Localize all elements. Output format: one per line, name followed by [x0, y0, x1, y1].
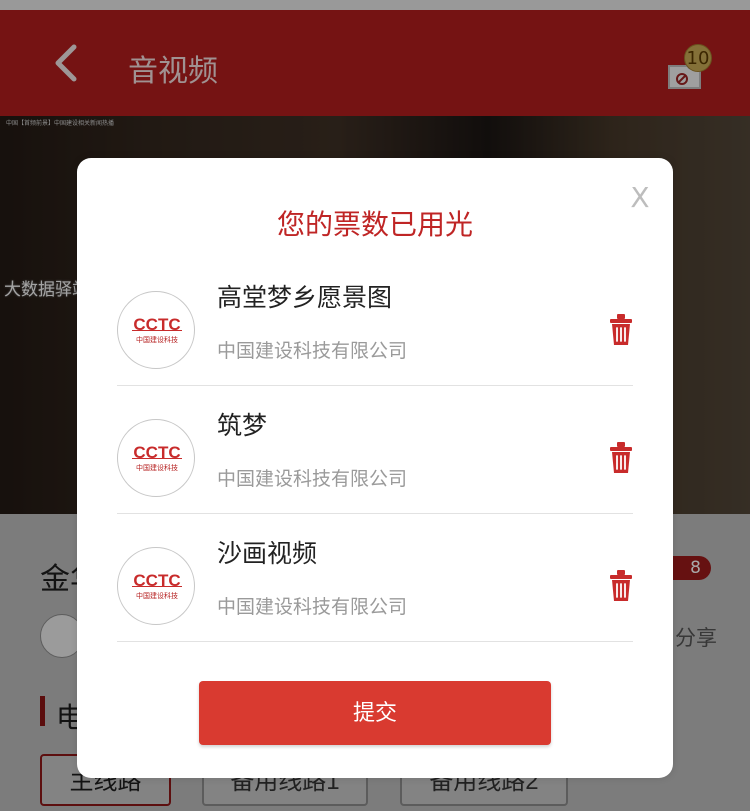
vote-item-1: CCTC 中国建设科技 高堂梦乡愿景图 中国建设科技有限公司 [117, 258, 633, 386]
company-logo: CCTC 中国建设科技 [117, 419, 195, 497]
vote-item-3: CCTC 中国建设科技 沙画视频 中国建设科技有限公司 [117, 514, 633, 642]
voting-page: 音视频 10 中国【首频前景】中国建设相关新闻热播 金华 8 分享 电 主线路 … [0, 0, 750, 811]
logo-subtext: 中国建设科技 [136, 464, 178, 472]
votes-used-up-modal: X 您的票数已用光 CCTC 中国建设科技 高堂梦乡愿景图 中国建设科技有限公司… [77, 158, 673, 778]
company-logo: CCTC 中国建设科技 [117, 547, 195, 625]
trash-icon[interactable] [607, 311, 635, 347]
logo-subtext: 中国建设科技 [136, 592, 178, 600]
logo-divider [132, 586, 182, 587]
logo-subtext: 中国建设科技 [136, 336, 178, 344]
logo-text: CCTC [133, 443, 181, 462]
company-name: 中国建设科技有限公司 [217, 340, 408, 362]
item-title: 沙画视频 [217, 539, 318, 568]
logo-text: CCTC [133, 315, 181, 334]
company-name: 中国建设科技有限公司 [217, 596, 408, 618]
item-title: 高堂梦乡愿景图 [217, 283, 393, 312]
company-name: 中国建设科技有限公司 [217, 468, 408, 490]
trash-icon[interactable] [607, 567, 635, 603]
modal-title: 您的票数已用光 [276, 208, 473, 241]
logo-text: CCTC [133, 571, 181, 590]
item-title: 筑梦 [217, 411, 268, 440]
logo-divider [132, 458, 182, 459]
submit-button[interactable]: 提交 [199, 681, 551, 745]
company-logo: CCTC 中国建设科技 [117, 291, 195, 369]
trash-icon[interactable] [607, 439, 635, 475]
logo-divider [132, 330, 182, 331]
vote-item-2: CCTC 中国建设科技 筑梦 中国建设科技有限公司 [117, 386, 633, 514]
